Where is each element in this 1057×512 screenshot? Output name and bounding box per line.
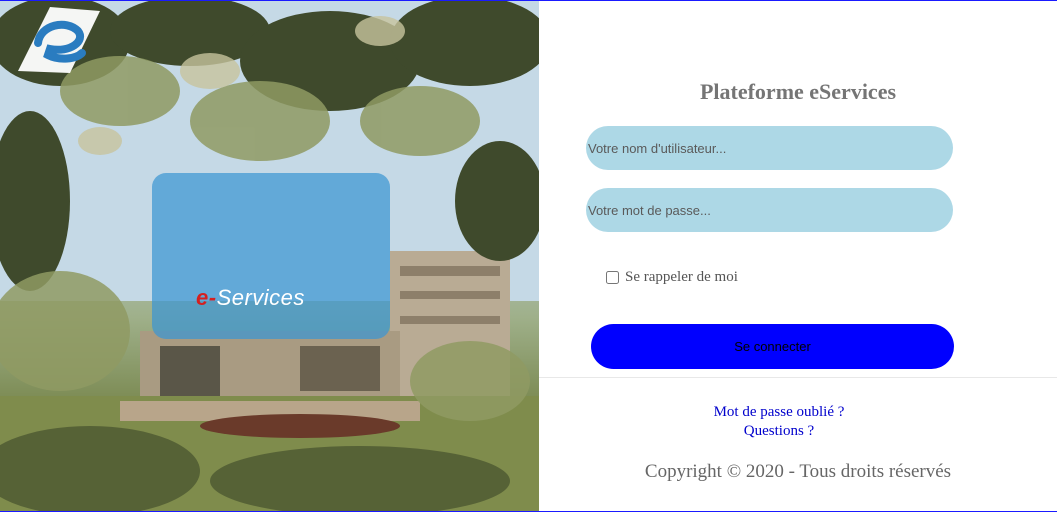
questions-link[interactable]: Questions ? (539, 422, 1019, 441)
forgot-password-link[interactable]: Mot de passe oublié ? (539, 403, 1019, 422)
logo-word: Services (216, 285, 305, 310)
page-title: Plateforme eServices (539, 79, 1057, 105)
divider (539, 377, 1057, 378)
password-input[interactable] (586, 188, 953, 232)
title-text: Plateforme eServices (699, 79, 897, 104)
remember-label: Se rappeler de moi (625, 269, 738, 285)
remember-checkbox[interactable] (606, 271, 619, 284)
login-panel: Plateforme eServices Se rappeler de moi … (539, 1, 1057, 511)
login-button[interactable]: Se connecter (591, 324, 954, 369)
logo-prefix: e- (196, 285, 217, 310)
illustration-panel: e-Services (0, 1, 539, 511)
eservices-logo-text: e-Services (196, 285, 305, 311)
eservices-logo-icon (18, 7, 100, 73)
username-input[interactable] (586, 126, 953, 170)
eservices-logo-box (152, 173, 390, 339)
copyright-text: Copyright © 2020 - Tous droits réservés (644, 461, 952, 482)
help-links: Mot de passe oublié ? Questions ? (539, 403, 1019, 441)
remember-me[interactable]: Se rappeler de moi (606, 269, 738, 286)
